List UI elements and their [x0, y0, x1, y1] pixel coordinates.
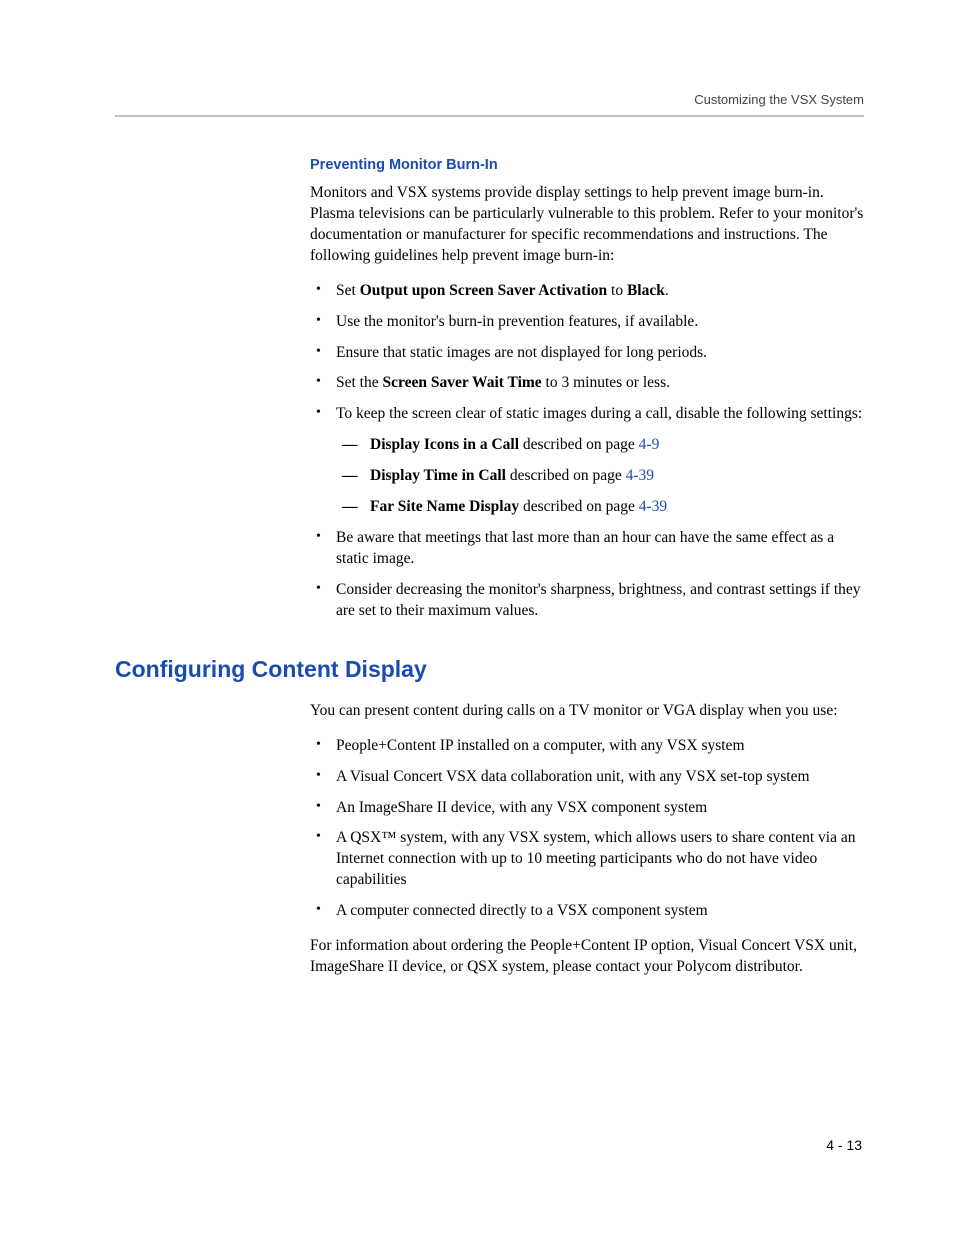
- running-header: Customizing the VSX System: [115, 92, 864, 107]
- bold-text: Black: [627, 282, 665, 299]
- text: described on page: [506, 467, 626, 484]
- bullet-item: Be aware that meetings that last more th…: [310, 528, 864, 570]
- content-column-2: You can present content during calls on …: [310, 701, 864, 978]
- bold-text: Display Icons in a Call: [370, 436, 519, 453]
- intro-paragraph-1: Monitors and VSX systems provide display…: [310, 183, 864, 267]
- subheading-burnin: Preventing Monitor Burn-In: [310, 157, 864, 173]
- dash-item: Display Icons in a Call described on pag…: [336, 435, 864, 456]
- bullet-list-2: People+Content IP installed on a compute…: [310, 736, 864, 922]
- section-heading-content-display: Configuring Content Display: [115, 656, 864, 683]
- bold-text: Far Site Name Display: [370, 498, 519, 515]
- bullet-item: Set the Screen Saver Wait Time to 3 minu…: [310, 373, 864, 394]
- header-divider: [115, 115, 864, 117]
- bullet-item: An ImageShare II device, with any VSX co…: [310, 798, 864, 819]
- text: Set: [336, 282, 360, 299]
- dash-item: Display Time in Call described on page 4…: [336, 466, 864, 487]
- bullet-item: Use the monitor's burn-in prevention fea…: [310, 312, 864, 333]
- text: Set the: [336, 374, 383, 391]
- text: .: [665, 282, 669, 299]
- bullet-item: A Visual Concert VSX data collaboration …: [310, 767, 864, 788]
- page-number: 4 - 13: [826, 1137, 862, 1153]
- closing-paragraph: For information about ordering the Peopl…: [310, 936, 864, 978]
- content-column: Preventing Monitor Burn-In Monitors and …: [310, 157, 864, 622]
- page-link[interactable]: 4-39: [626, 467, 654, 484]
- bold-text: Output upon Screen Saver Activation: [360, 282, 607, 299]
- bullet-item: People+Content IP installed on a compute…: [310, 736, 864, 757]
- page-link[interactable]: 4-39: [639, 498, 667, 515]
- bullet-item: A QSX™ system, with any VSX system, whic…: [310, 828, 864, 891]
- dash-item: Far Site Name Display described on page …: [336, 497, 864, 518]
- page-root: Customizing the VSX System Preventing Mo…: [0, 0, 954, 1052]
- bullet-item: Set Output upon Screen Saver Activation …: [310, 281, 864, 302]
- bullet-list-1: Set Output upon Screen Saver Activation …: [310, 281, 864, 622]
- bold-text: Display Time in Call: [370, 467, 506, 484]
- bullet-item: A computer connected directly to a VSX c…: [310, 901, 864, 922]
- dash-list: Display Icons in a Call described on pag…: [336, 435, 864, 518]
- text: described on page: [519, 498, 639, 515]
- text: To keep the screen clear of static image…: [336, 405, 862, 422]
- text: to: [607, 282, 627, 299]
- bold-text: Screen Saver Wait Time: [383, 374, 542, 391]
- bullet-item: To keep the screen clear of static image…: [310, 404, 864, 518]
- page-link[interactable]: 4-9: [639, 436, 660, 453]
- intro-paragraph-2: You can present content during calls on …: [310, 701, 864, 722]
- bullet-item: Ensure that static images are not displa…: [310, 343, 864, 364]
- text: described on page: [519, 436, 639, 453]
- text: to 3 minutes or less.: [542, 374, 670, 391]
- bullet-item: Consider decreasing the monitor's sharpn…: [310, 580, 864, 622]
